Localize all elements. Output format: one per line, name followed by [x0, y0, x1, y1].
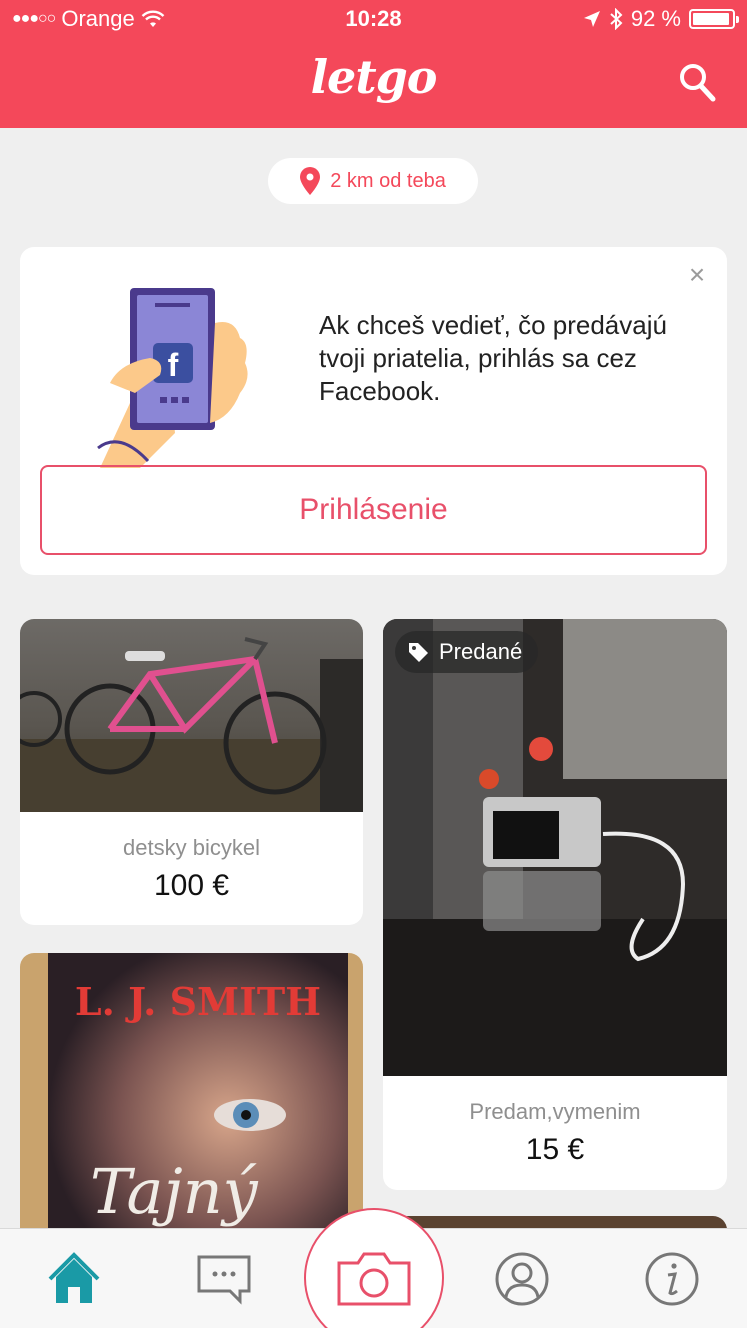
product-card[interactable]: detsky bicykel 100 €: [20, 619, 363, 925]
book-title: Tajný: [90, 1155, 259, 1228]
status-right: 92 %: [583, 6, 739, 32]
location-arrow-icon: [583, 11, 600, 27]
product-card[interactable]: L. J. SMITH Tajný: [20, 953, 363, 1253]
facebook-message: Ak chceš vedieť, čo predávajú tvoji pria…: [319, 310, 667, 406]
profile-icon: [495, 1252, 549, 1306]
distance-label: 2 km od teba: [330, 169, 446, 192]
facebook-login-card: × f Ak chceš vedieť, čo predávajú tvoji …: [20, 247, 727, 575]
product-card[interactable]: Predané Predam,vymenim 15 €: [383, 619, 727, 1190]
tab-profile[interactable]: [494, 1251, 550, 1307]
product-price: 100 €: [153, 869, 230, 902]
close-icon[interactable]: ×: [685, 261, 709, 289]
product-title: Predam,vymenim: [469, 1099, 641, 1124]
tab-chat[interactable]: [196, 1251, 252, 1307]
app-header: ●●●○○ Orange 10:28 92 % letgo: [0, 0, 747, 128]
status-bar: ●●●○○ Orange 10:28 92 %: [0, 0, 747, 40]
search-icon[interactable]: [677, 60, 717, 104]
info-icon: [645, 1252, 699, 1306]
product-title: detsky bicykel: [123, 835, 260, 860]
product-price: 15 €: [525, 1133, 585, 1166]
book-photo: L. J. SMITH Tajný: [20, 953, 363, 1253]
location-pin-icon: [300, 167, 321, 195]
camera-photo: [383, 619, 727, 1076]
app-logo: letgo: [310, 50, 438, 104]
camera-icon: [337, 1252, 411, 1306]
bluetooth-icon: [610, 8, 623, 30]
svg-text:f: f: [168, 347, 179, 383]
hand-phone-facebook-illustration: f: [97, 288, 248, 468]
book-author: L. J. SMITH: [75, 979, 321, 1024]
battery-percent: 92 %: [630, 6, 681, 31]
bicycle-photo: [20, 619, 363, 812]
price-tag-icon: [409, 643, 428, 662]
tab-home[interactable]: [46, 1251, 102, 1307]
sold-badge: Predané: [395, 631, 539, 673]
distance-filter[interactable]: 2 km od teba: [268, 158, 478, 204]
home-icon: [48, 1252, 100, 1303]
battery-icon: [689, 9, 739, 29]
sold-label: Predané: [439, 639, 523, 664]
login-button[interactable]: Prihlásenie: [40, 465, 707, 555]
tab-info[interactable]: [644, 1251, 700, 1307]
chat-icon: [197, 1255, 251, 1305]
